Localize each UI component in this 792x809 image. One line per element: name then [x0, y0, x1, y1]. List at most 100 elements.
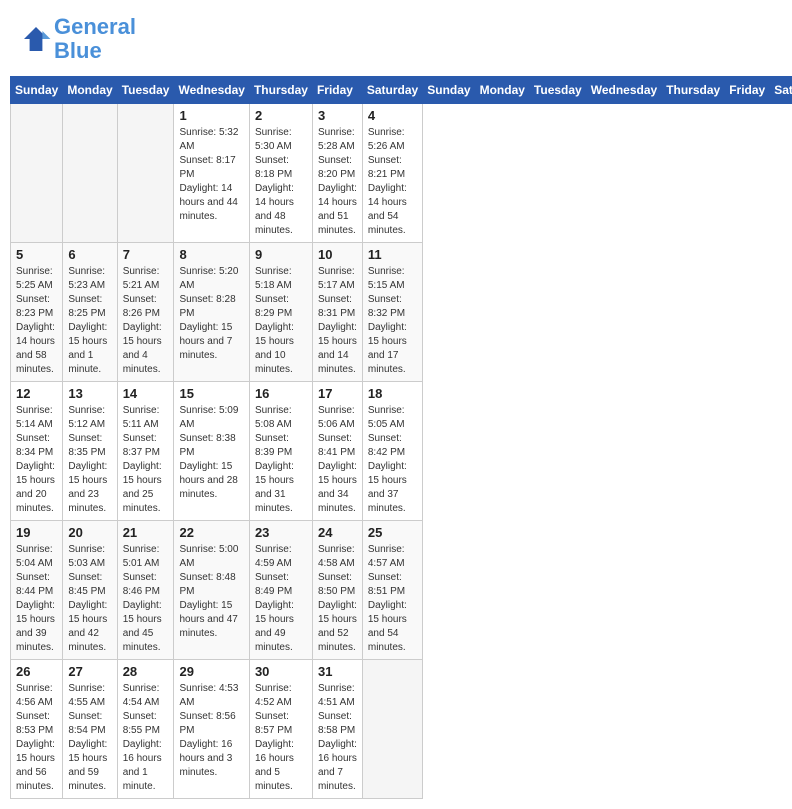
calendar-week-2: 5 Sunrise: 5:25 AM Sunset: 8:23 PM Daylig… — [11, 243, 792, 382]
day-info: Sunrise: 5:12 AM Sunset: 8:35 PM Dayligh… — [68, 404, 111, 516]
day-header-sunday: Sunday — [11, 77, 63, 104]
day-number: 18 — [368, 386, 417, 401]
day-header-friday: Friday — [312, 77, 362, 104]
day-number: 22 — [179, 525, 243, 540]
calendar-cell: 16Sunrise: 5:08 AM Sunset: 8:39 PM Dayli… — [249, 382, 312, 521]
day-number: 23 — [255, 525, 307, 540]
day-header-thursday: Thursday — [662, 77, 725, 104]
day-number: 25 — [368, 525, 417, 540]
calendar-cell: 20Sunrise: 5:03 AM Sunset: 8:45 PM Dayli… — [63, 521, 117, 660]
day-number: 7 — [123, 247, 169, 262]
calendar-cell: 13 Sunrise: 5:12 AM Sunset: 8:35 PM Dayli… — [63, 382, 117, 521]
day-number: 2 — [255, 108, 307, 123]
page-header: General Blue — [10, 10, 782, 68]
day-info: Sunrise: 4:56 AM Sunset: 8:53 PM Dayligh… — [16, 682, 57, 794]
calendar-cell: 19 Sunrise: 5:04 AM Sunset: 8:44 PM Dayli… — [11, 521, 63, 660]
day-info: Sunrise: 4:57 AM Sunset: 8:51 PM Dayligh… — [368, 543, 417, 655]
day-info: Sunrise: 5:32 AM Sunset: 8:17 PM Dayligh… — [179, 126, 243, 224]
day-number: 11 — [368, 247, 417, 262]
day-header-saturday: Saturday — [362, 77, 422, 104]
day-info: Sunrise: 5:00 AM Sunset: 8:48 PM Dayligh… — [179, 543, 243, 641]
logo: General Blue — [20, 15, 136, 63]
day-number: 5 — [16, 247, 57, 262]
day-info: Sunrise: 5:09 AM Sunset: 8:38 PM Dayligh… — [179, 404, 243, 502]
calendar-cell: 28Sunrise: 4:54 AM Sunset: 8:55 PM Dayli… — [117, 660, 174, 799]
day-info: Sunrise: 5:20 AM Sunset: 8:28 PM Dayligh… — [179, 265, 243, 363]
day-number: 3 — [318, 108, 357, 123]
calendar-cell — [63, 104, 117, 243]
day-info: Sunrise: 4:58 AM Sunset: 8:50 PM Dayligh… — [318, 543, 357, 655]
day-header-thursday: Thursday — [249, 77, 312, 104]
calendar-cell: 6 Sunrise: 5:23 AM Sunset: 8:25 PM Daylig… — [63, 243, 117, 382]
day-number: 12 — [16, 386, 57, 401]
day-number: 9 — [255, 247, 307, 262]
day-info: Sunrise: 5:21 AM Sunset: 8:26 PM Dayligh… — [123, 265, 169, 377]
day-header-saturday: Saturday — [770, 77, 792, 104]
day-number: 30 — [255, 664, 307, 679]
day-info: Sunrise: 5:23 AM Sunset: 8:25 PM Dayligh… — [68, 265, 111, 377]
calendar-cell: 3 Sunrise: 5:28 AM Sunset: 8:20 PM Daylig… — [312, 104, 362, 243]
day-number: 13 — [68, 386, 111, 401]
calendar-cell: 18 Sunrise: 5:05 AM Sunset: 8:42 PM Dayli… — [362, 382, 422, 521]
day-info: Sunrise: 5:25 AM Sunset: 8:23 PM Dayligh… — [16, 265, 57, 377]
day-number: 4 — [368, 108, 417, 123]
day-header-wednesday: Wednesday — [586, 77, 661, 104]
calendar-cell: 15 Sunrise: 5:09 AM Sunset: 8:38 PM Dayli… — [174, 382, 249, 521]
calendar-cell: 12Sunrise: 5:14 AM Sunset: 8:34 PM Dayli… — [11, 382, 63, 521]
calendar-cell — [11, 104, 63, 243]
calendar-week-3: 12Sunrise: 5:14 AM Sunset: 8:34 PM Dayli… — [11, 382, 792, 521]
day-info: Sunrise: 4:54 AM Sunset: 8:55 PM Dayligh… — [123, 682, 169, 794]
calendar-cell — [117, 104, 174, 243]
day-info: Sunrise: 5:28 AM Sunset: 8:20 PM Dayligh… — [318, 126, 357, 238]
calendar-week-4: 19 Sunrise: 5:04 AM Sunset: 8:44 PM Dayli… — [11, 521, 792, 660]
calendar-table: SundayMondayTuesdayWednesdayThursdayFrid… — [10, 76, 792, 799]
calendar-week-1: 1 Sunrise: 5:32 AM Sunset: 8:17 PM Daylig… — [11, 104, 792, 243]
calendar-cell: 7 Sunrise: 5:21 AM Sunset: 8:26 PM Daylig… — [117, 243, 174, 382]
calendar-cell: 11Sunrise: 5:15 AM Sunset: 8:32 PM Dayli… — [362, 243, 422, 382]
calendar-cell: 22 Sunrise: 5:00 AM Sunset: 8:48 PM Dayli… — [174, 521, 249, 660]
calendar-cell — [362, 660, 422, 799]
calendar-cell: 10Sunrise: 5:17 AM Sunset: 8:31 PM Dayli… — [312, 243, 362, 382]
day-info: Sunrise: 5:08 AM Sunset: 8:39 PM Dayligh… — [255, 404, 307, 516]
day-header-monday: Monday — [63, 77, 117, 104]
day-number: 8 — [179, 247, 243, 262]
calendar-cell: 9Sunrise: 5:18 AM Sunset: 8:29 PM Daylig… — [249, 243, 312, 382]
day-header-tuesday: Tuesday — [529, 77, 586, 104]
day-info: Sunrise: 5:04 AM Sunset: 8:44 PM Dayligh… — [16, 543, 57, 655]
day-info: Sunrise: 5:30 AM Sunset: 8:18 PM Dayligh… — [255, 126, 307, 238]
calendar-cell: 21Sunrise: 5:01 AM Sunset: 8:46 PM Dayli… — [117, 521, 174, 660]
calendar-cell: 5 Sunrise: 5:25 AM Sunset: 8:23 PM Daylig… — [11, 243, 63, 382]
day-header-friday: Friday — [725, 77, 770, 104]
day-number: 15 — [179, 386, 243, 401]
calendar-cell: 17 Sunrise: 5:06 AM Sunset: 8:41 PM Dayli… — [312, 382, 362, 521]
calendar-cell: 23 Sunrise: 4:59 AM Sunset: 8:49 PM Dayli… — [249, 521, 312, 660]
day-info: Sunrise: 4:53 AM Sunset: 8:56 PM Dayligh… — [179, 682, 243, 780]
logo-text: General Blue — [54, 15, 136, 63]
calendar-cell: 8 Sunrise: 5:20 AM Sunset: 8:28 PM Daylig… — [174, 243, 249, 382]
day-info: Sunrise: 4:51 AM Sunset: 8:58 PM Dayligh… — [318, 682, 357, 794]
day-number: 24 — [318, 525, 357, 540]
calendar-cell: 1 Sunrise: 5:32 AM Sunset: 8:17 PM Daylig… — [174, 104, 249, 243]
day-info: Sunrise: 5:05 AM Sunset: 8:42 PM Dayligh… — [368, 404, 417, 516]
calendar-week-5: 26Sunrise: 4:56 AM Sunset: 8:53 PM Dayli… — [11, 660, 792, 799]
day-number: 1 — [179, 108, 243, 123]
calendar-cell: 27Sunrise: 4:55 AM Sunset: 8:54 PM Dayli… — [63, 660, 117, 799]
day-number: 19 — [16, 525, 57, 540]
day-number: 29 — [179, 664, 243, 679]
day-number: 14 — [123, 386, 169, 401]
day-number: 6 — [68, 247, 111, 262]
day-info: Sunrise: 5:06 AM Sunset: 8:41 PM Dayligh… — [318, 404, 357, 516]
day-info: Sunrise: 4:59 AM Sunset: 8:49 PM Dayligh… — [255, 543, 307, 655]
day-number: 17 — [318, 386, 357, 401]
day-number: 21 — [123, 525, 169, 540]
day-number: 31 — [318, 664, 357, 679]
day-header-sunday: Sunday — [423, 77, 475, 104]
day-number: 10 — [318, 247, 357, 262]
calendar-cell: 31 Sunrise: 4:51 AM Sunset: 8:58 PM Dayli… — [312, 660, 362, 799]
day-info: Sunrise: 5:03 AM Sunset: 8:45 PM Dayligh… — [68, 543, 111, 655]
day-header-monday: Monday — [475, 77, 529, 104]
calendar-cell: 14 Sunrise: 5:11 AM Sunset: 8:37 PM Dayli… — [117, 382, 174, 521]
calendar-cell: 4 Sunrise: 5:26 AM Sunset: 8:21 PM Daylig… — [362, 104, 422, 243]
day-info: Sunrise: 5:11 AM Sunset: 8:37 PM Dayligh… — [123, 404, 169, 516]
day-info: Sunrise: 5:26 AM Sunset: 8:21 PM Dayligh… — [368, 126, 417, 238]
